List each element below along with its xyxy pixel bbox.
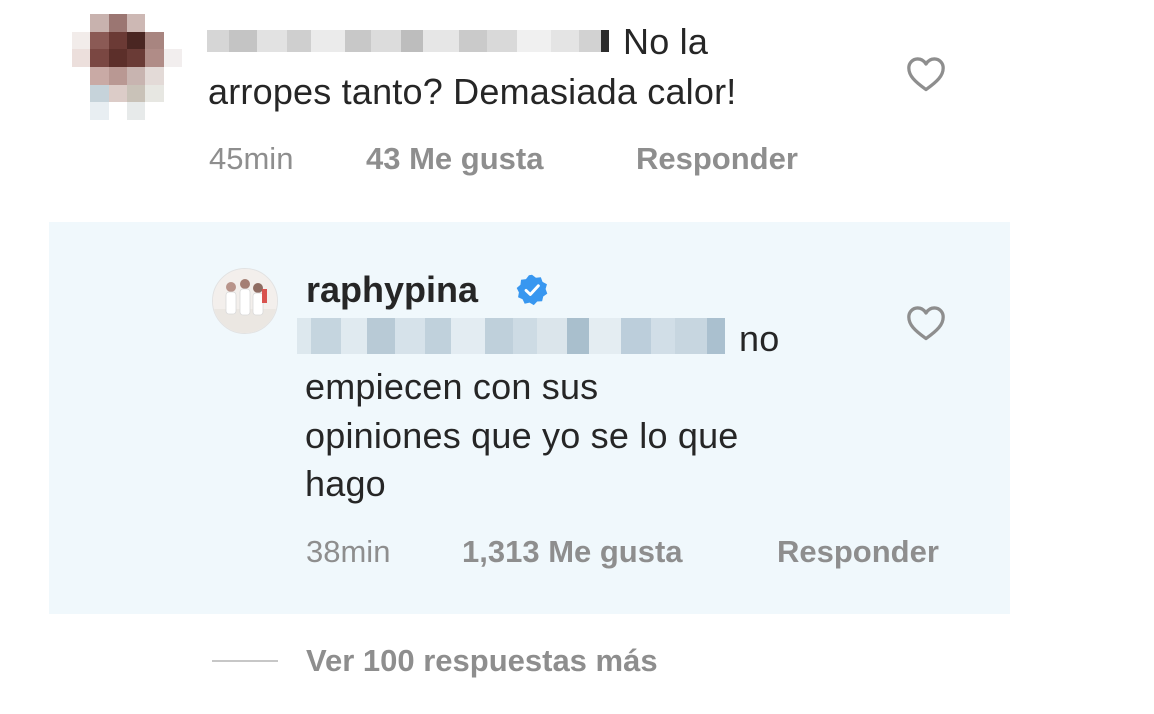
blurred-username[interactable] <box>207 30 609 52</box>
view-more-replies-button[interactable]: Ver 100 respuestas más <box>306 642 658 680</box>
comment-text-line1: No la <box>623 21 709 62</box>
reply-text-line1: no <box>739 318 780 359</box>
reply-time: 38min <box>306 534 391 569</box>
reply-text-line3: opiniones que yo se lo que <box>305 415 739 456</box>
comment-reply-button[interactable]: Responder <box>636 140 798 178</box>
commenter-avatar[interactable] <box>72 14 182 120</box>
comment-time: 45min <box>209 141 294 176</box>
blurred-mention[interactable] <box>297 318 725 354</box>
reply-likes[interactable]: 1,313 Me gusta <box>462 533 683 571</box>
reply-username[interactable]: raphypina <box>306 268 478 312</box>
reply-text-line4: hago <box>305 463 386 504</box>
heart-outline-icon[interactable] <box>906 305 946 341</box>
heart-outline-icon[interactable] <box>906 56 946 92</box>
reply-avatar[interactable] <box>212 268 278 334</box>
view-more-divider <box>212 660 278 662</box>
comment-likes[interactable]: 43 Me gusta <box>366 140 543 178</box>
reply-text-line2: empiecen con sus <box>305 366 599 407</box>
comment-text-line2: arropes tanto? Demasiada calor! <box>208 71 737 112</box>
verified-badge-icon <box>516 274 548 306</box>
reply-reply-button[interactable]: Responder <box>777 533 939 571</box>
